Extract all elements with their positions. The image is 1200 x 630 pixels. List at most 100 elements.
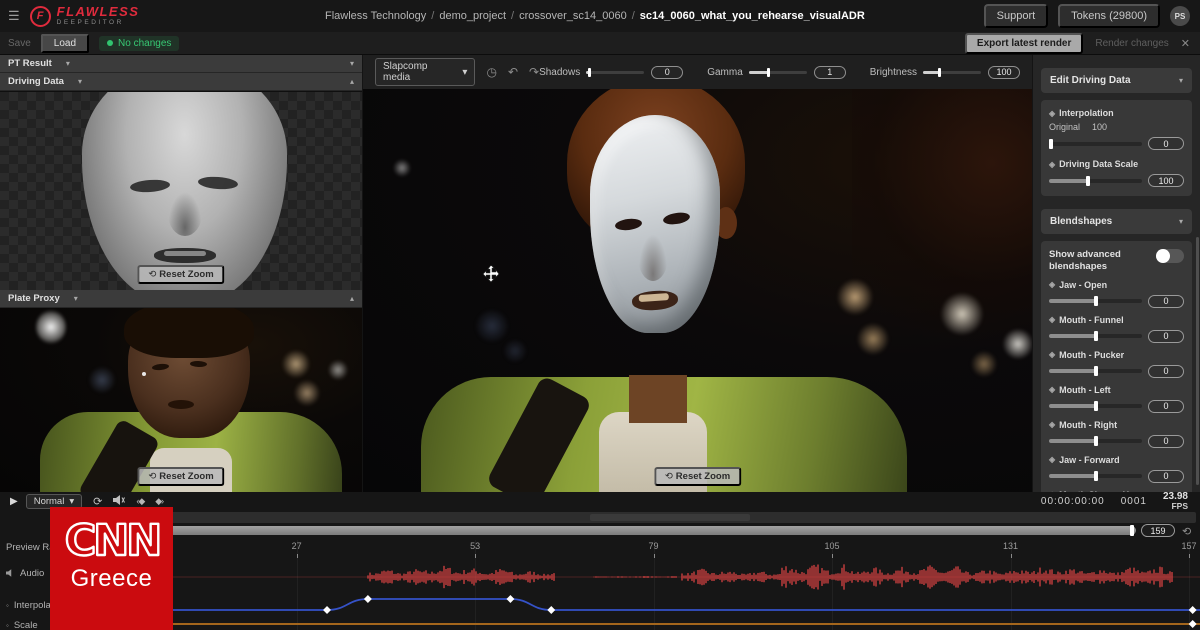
range-slider-thumb[interactable] [1130,525,1134,536]
gamma-slider[interactable] [749,71,807,74]
interpolation-keyframe[interactable] [506,595,514,603]
chevron-down-icon[interactable]: ▾ [66,59,70,68]
driving-data-viewport[interactable]: ⟲Reset Zoom [0,92,362,290]
range-reset-icon[interactable]: ⟲ [1182,525,1191,538]
chevron-up-icon[interactable]: ▴ [350,294,354,303]
plate-proxy-label: Plate Proxy [8,293,60,304]
next-keyframe-icon[interactable]: ◆› [155,496,163,507]
range-end-value[interactable]: 159 [1141,524,1175,537]
reset-zoom-button[interactable]: ⟲Reset Zoom [654,467,741,486]
driving-data-scale-label: Driving Data Scale [1059,159,1138,169]
brightness-value[interactable]: 100 [988,66,1020,79]
speaker-icon [6,569,15,579]
interpolation-keyframe[interactable] [547,606,555,614]
blendshape-slider[interactable] [1049,369,1142,373]
blendshape-slider-fill [1049,299,1096,303]
blendshape-value[interactable]: 0 [1148,365,1184,378]
scale-curve[interactable] [152,618,1200,630]
interpolation-keyframe[interactable] [1189,606,1197,614]
interpolation-curve[interactable] [152,590,1200,618]
media-select-dropdown[interactable]: Slapcomp media ▾ [375,58,475,86]
driving-data-header[interactable]: Driving Data ▾ ▴ [0,73,362,91]
shadows-value[interactable]: 0 [651,66,683,79]
transport-bar: ▶ Normal ▾ ⟳ ‹◆ ◆› 00:00:00:00 0001 23.9… [0,492,1200,511]
blendshape-value[interactable]: 0 [1148,400,1184,413]
breadcrumb-item[interactable]: sc14_0060_what_you_rehearse_visualADR [640,10,865,22]
shadows-slider[interactable] [586,71,644,74]
blendshape-slider-thumb[interactable] [1094,296,1098,306]
audio-waveform[interactable] [152,560,1200,594]
show-advanced-toggle[interactable] [1156,249,1184,263]
chevron-up-icon[interactable]: ▴ [350,77,354,86]
save-button[interactable]: Save [8,38,31,49]
interpolation-value[interactable]: 0 [1148,137,1184,150]
redo-icon[interactable]: ↷ [529,65,539,79]
interpolation-keyframe[interactable] [323,606,331,614]
video-canvas[interactable]: ⟲Reset Zoom [363,89,1032,492]
blendshape-slider[interactable] [1049,334,1142,338]
brand-subtitle: DEEPEDITOR [57,20,140,27]
close-icon[interactable]: ✕ [1181,37,1190,50]
reset-zoom-button[interactable]: ⟲Reset Zoom [137,467,224,486]
blendshape-slider-thumb[interactable] [1094,331,1098,341]
blendshape-slider[interactable] [1049,439,1142,443]
support-button[interactable]: Support [984,4,1049,28]
toggle-thumb[interactable] [1156,249,1170,263]
right-panel: Edit Driving Data ▾ ◈ Interpolation Orig… [1033,55,1200,492]
chevron-down-icon[interactable]: ▾ [78,77,82,86]
plate-proxy-header[interactable]: Plate Proxy ▾ ▴ [0,290,362,308]
driving-data-scale-slider[interactable] [1049,179,1142,183]
track-label-audio[interactable]: Audio [6,568,44,579]
gamma-slider-thumb[interactable] [767,68,770,77]
plate-proxy-viewport[interactable]: ⟲Reset Zoom [0,308,362,492]
export-latest-render-button[interactable]: Export latest render [965,33,1083,54]
undo-icon[interactable]: ↶ [508,65,518,79]
pt-result-header[interactable]: PT Result ▾ ▾ [0,55,362,73]
interpolation-slider-thumb[interactable] [1049,139,1053,149]
chevron-down-icon[interactable]: ▾ [74,294,78,303]
blendshape-slider-thumb[interactable] [1094,401,1098,411]
timeline-scrollbar-thumb[interactable] [590,514,750,521]
breadcrumb-item[interactable]: crossover_sc14_0060 [519,10,627,22]
timeline-range-slider[interactable] [152,526,1136,535]
driving-data-scale-value[interactable]: 100 [1148,174,1184,187]
load-button[interactable]: Load [41,34,89,53]
shadows-slider-thumb[interactable] [588,68,591,77]
brightness-slider[interactable] [923,71,981,74]
blendshape-slider-thumb[interactable] [1094,471,1098,481]
brightness-slider-thumb[interactable] [938,68,941,77]
prev-keyframe-icon[interactable]: ‹◆ [136,496,144,507]
interpolation-keyframe[interactable] [364,595,372,603]
reset-zoom-button[interactable]: ⟲Reset Zoom [137,265,224,284]
blendshape-value[interactable]: 0 [1148,330,1184,343]
blendshape-slider[interactable] [1049,474,1142,478]
render-changes-button[interactable]: Render changes [1095,38,1168,49]
chevron-down-icon[interactable]: ▾ [350,59,354,68]
track-label-scale[interactable]: ◦ Scale [6,620,38,630]
blendshape-slider[interactable] [1049,299,1142,303]
history-icon[interactable]: ◷ [486,65,496,79]
breadcrumb-item[interactable]: demo_project [439,10,506,22]
blendshape-value[interactable]: 0 [1148,470,1184,483]
show-advanced-label: Show advanced blendshapes [1049,249,1141,273]
right-panel-scrollbar[interactable] [1196,237,1199,485]
blendshape-value[interactable]: 0 [1148,295,1184,308]
play-button[interactable]: ▶ [10,496,18,507]
scale-keyframe[interactable] [1189,620,1197,628]
edit-driving-data-header[interactable]: Edit Driving Data ▾ [1041,68,1192,93]
blendshapes-header[interactable]: Blendshapes ▾ [1041,209,1192,234]
blendshape-slider-thumb[interactable] [1094,366,1098,376]
blendshape-slider[interactable] [1049,404,1142,408]
user-avatar[interactable]: PS [1170,6,1190,26]
blendshape-value[interactable]: 0 [1148,435,1184,448]
tokens-button[interactable]: Tokens (29800) [1058,4,1160,28]
shadows-label: Shadows [539,67,580,78]
blendshape-slider-thumb[interactable] [1094,436,1098,446]
hamburger-menu-icon[interactable]: ☰ [8,8,20,24]
timeline-scrollbar[interactable] [152,512,1196,523]
blendshape-row: ◈Jaw - Open0 [1049,280,1184,308]
gamma-value[interactable]: 1 [814,66,846,79]
interpolation-slider[interactable] [1049,142,1142,146]
driving-data-scale-slider-thumb[interactable] [1086,176,1090,186]
breadcrumb-item[interactable]: Flawless Technology [325,10,426,22]
